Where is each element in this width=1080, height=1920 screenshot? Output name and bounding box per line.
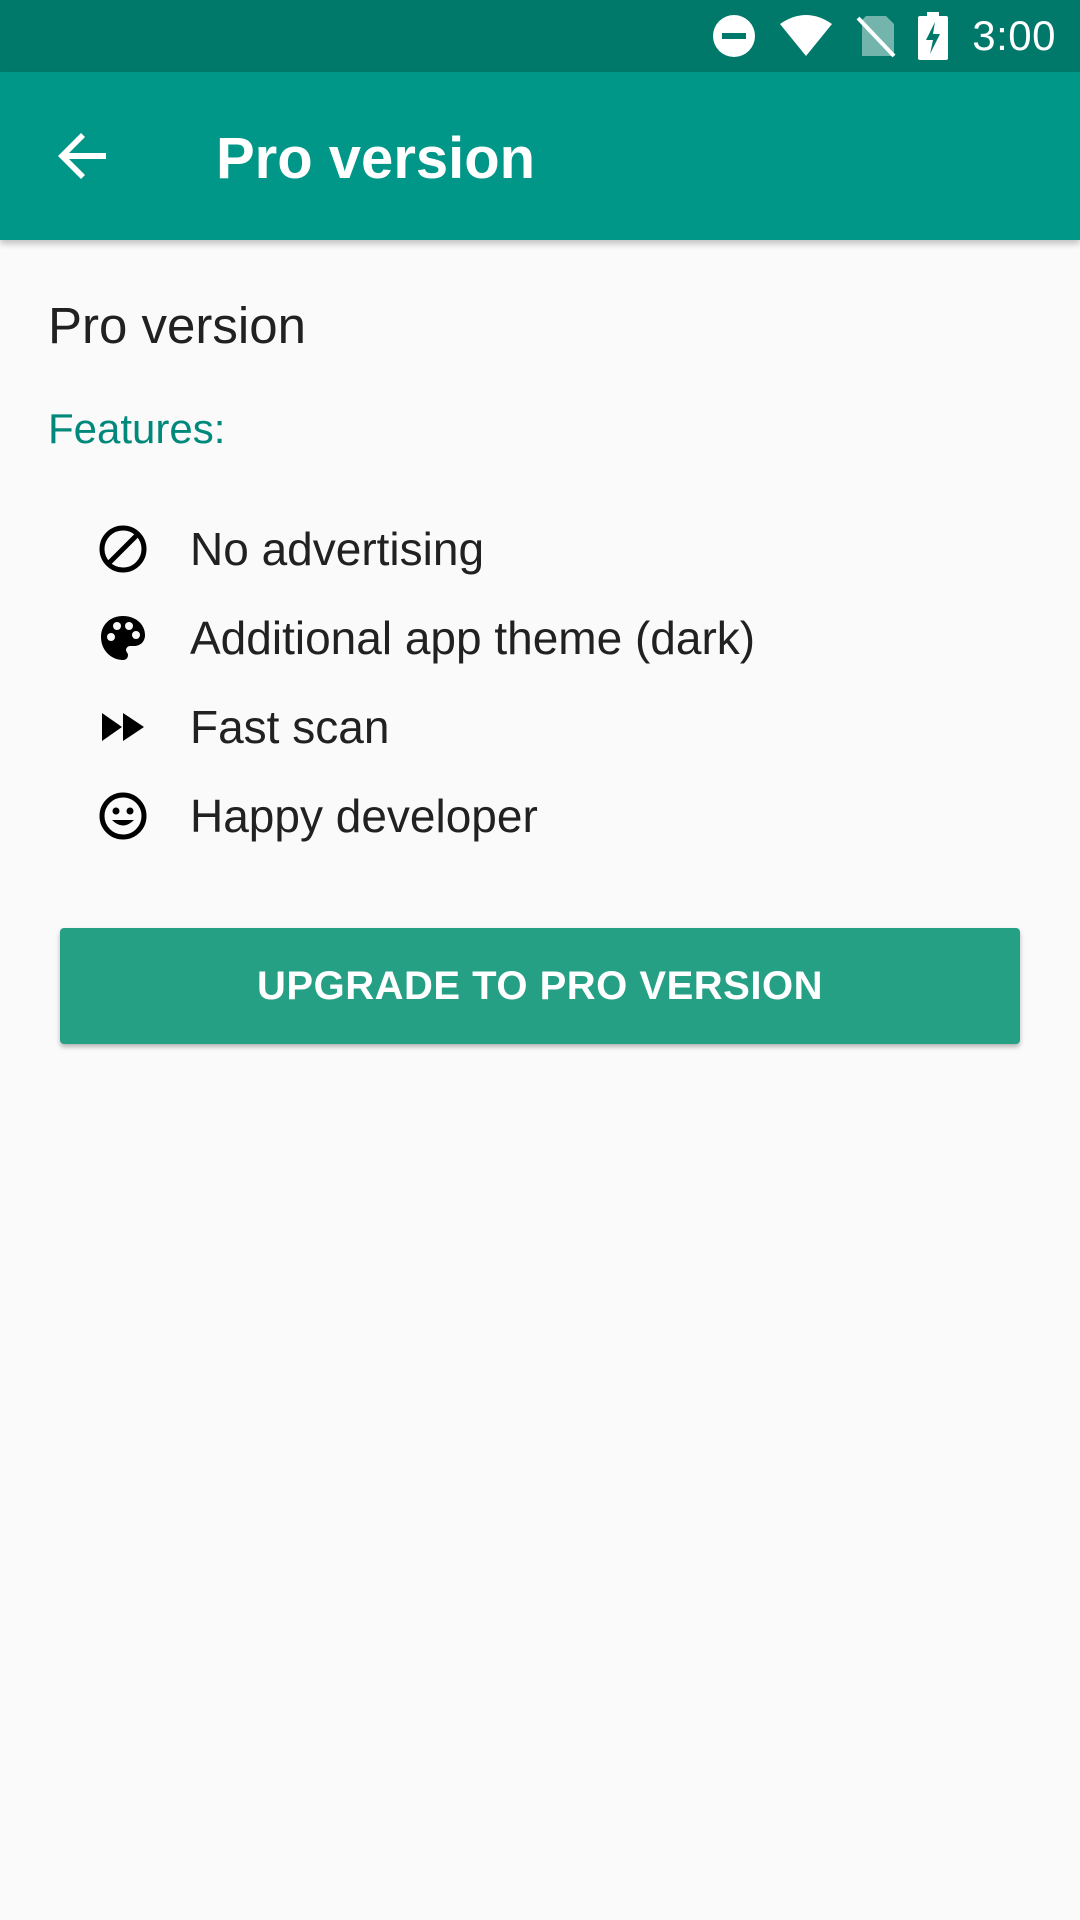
feature-label: Additional app theme (dark) (190, 611, 756, 664)
feature-item-fast-scan: Fast scan (96, 682, 755, 771)
palette-icon (96, 611, 150, 665)
back-button[interactable] (42, 114, 126, 198)
upgrade-button[interactable]: UPGRADE TO PRO VERSION (60, 928, 1020, 1044)
smiley-icon (96, 789, 150, 843)
page-heading: Pro version (48, 297, 306, 354)
no-sim-icon (856, 14, 896, 58)
app-bar-title: Pro version (216, 126, 536, 191)
feature-item-no-advertising: No advertising (96, 504, 755, 593)
status-icons: 3:00 (690, 0, 1056, 72)
features-label: Features: (48, 405, 226, 452)
status-time: 3:00 (972, 12, 1056, 59)
feature-label: Fast scan (190, 700, 390, 753)
battery-charging-icon (918, 12, 949, 60)
upgrade-button-label: UPGRADE TO PRO VERSION (257, 963, 823, 1008)
feature-label: Happy developer (190, 789, 538, 842)
status-bar: 3:00 (0, 0, 1080, 72)
block-icon (96, 522, 150, 576)
app-bar: Pro version (0, 72, 1080, 240)
fast-forward-icon (96, 700, 150, 754)
feature-item-happy-developer: Happy developer (96, 771, 755, 860)
feature-list: No advertising Additional app theme (dar… (96, 504, 755, 860)
wifi-icon (778, 14, 834, 58)
arrow-back-icon (58, 130, 110, 182)
do-not-disturb-icon (712, 14, 756, 58)
feature-item-dark-theme: Additional app theme (dark) (96, 593, 755, 682)
feature-label: No advertising (190, 522, 485, 575)
